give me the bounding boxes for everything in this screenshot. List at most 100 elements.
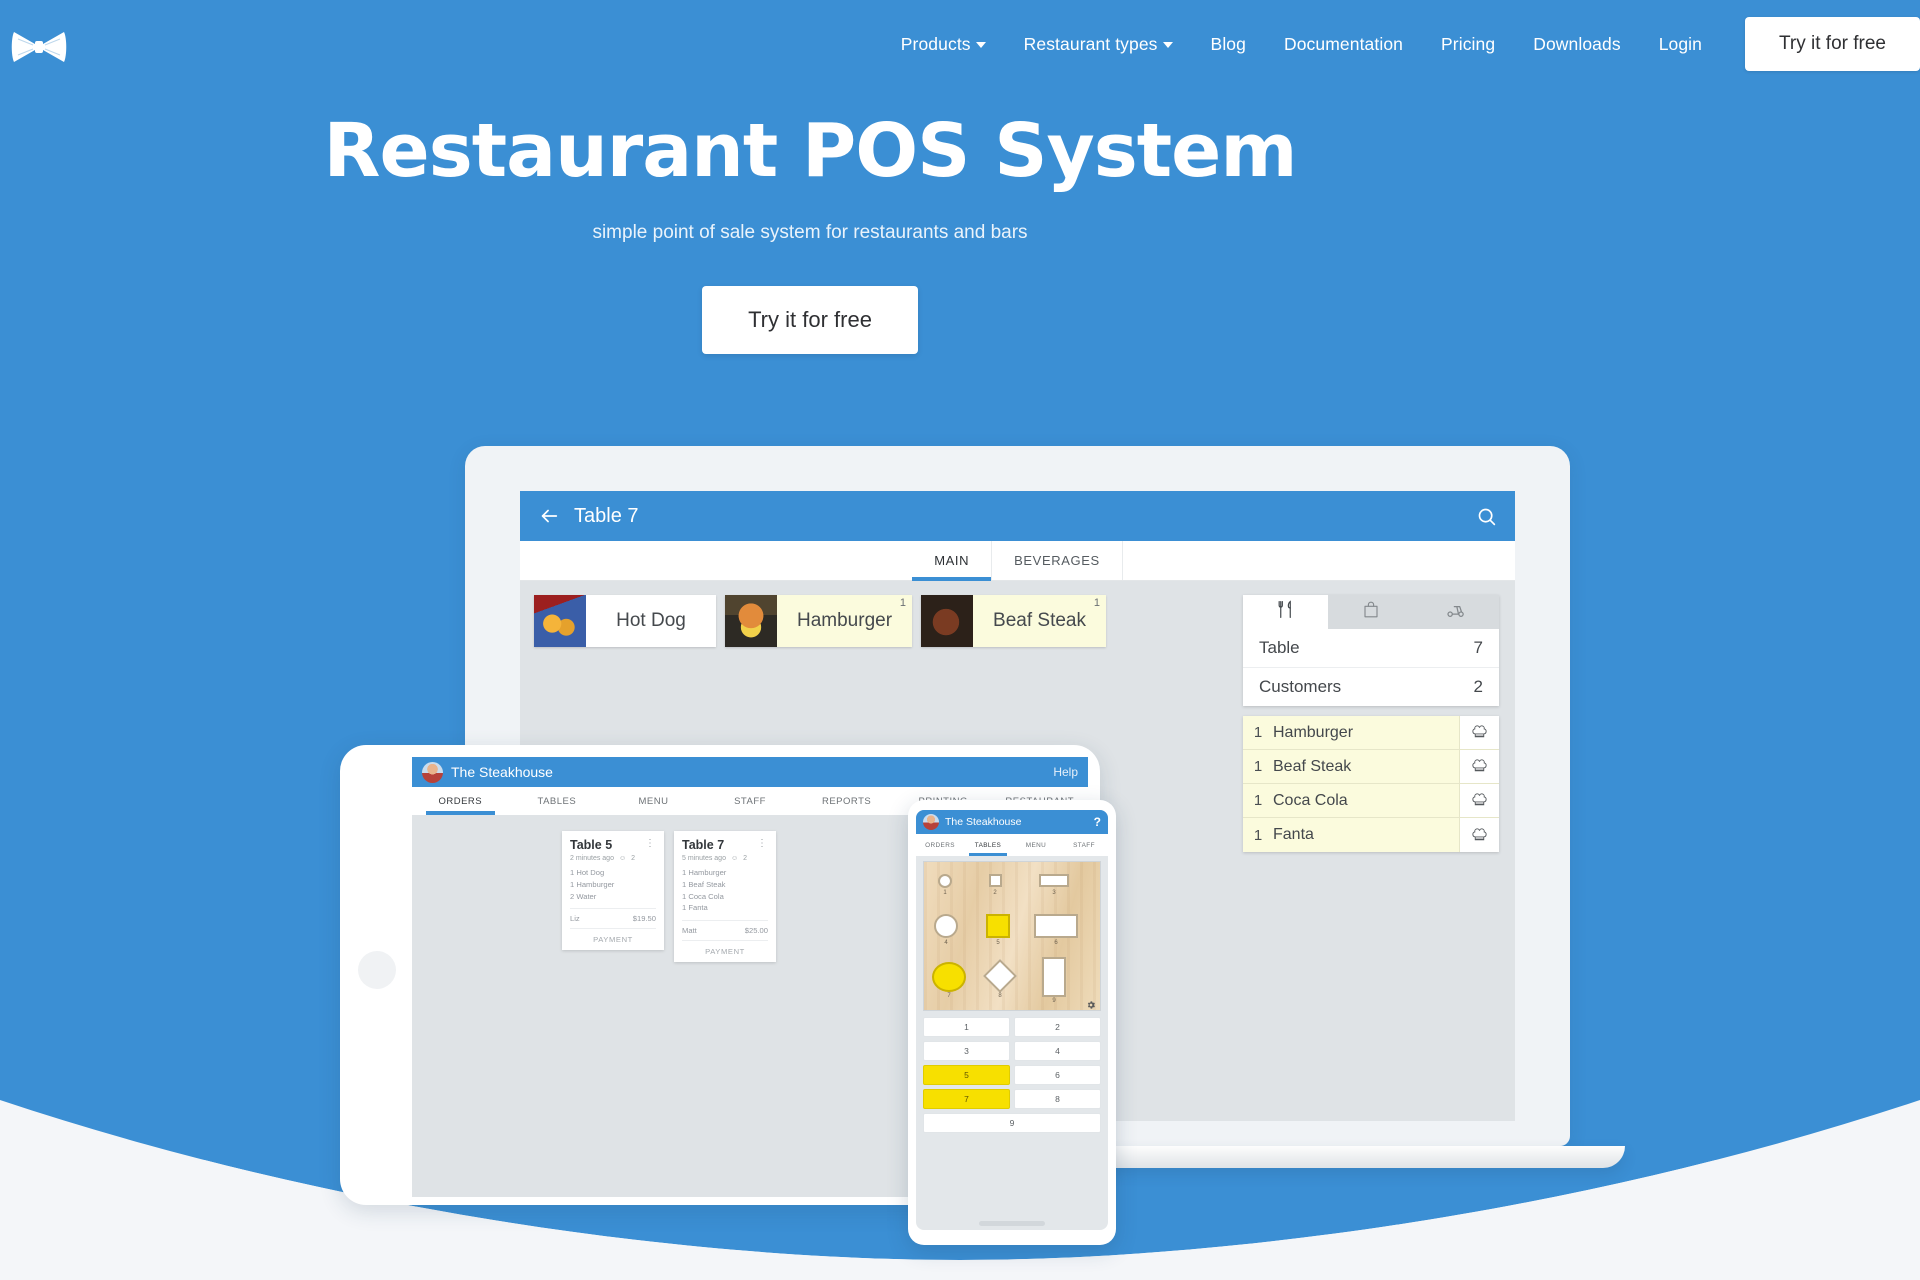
gear-icon[interactable] [1086, 997, 1096, 1009]
order-tab-takeaway[interactable] [1328, 595, 1413, 629]
tab-label: REPORTS [821, 795, 872, 807]
avatar [422, 761, 443, 783]
more-options-icon[interactable]: ⋮ [645, 838, 656, 849]
order-item-row[interactable]: 1 Coca Cola [1243, 784, 1499, 818]
floor-table-6[interactable] [1034, 914, 1078, 938]
floor-table-4-label: 4 [944, 940, 948, 946]
tab-staff[interactable]: STAFF [1060, 834, 1108, 856]
chevron-down-icon [1162, 42, 1173, 48]
tablet-home-button[interactable] [358, 951, 396, 989]
chef-hat-icon[interactable] [1459, 784, 1499, 817]
tab-beverages[interactable]: BEVERAGES [992, 541, 1123, 580]
table-key-4[interactable]: 4 [1014, 1041, 1101, 1061]
menu-card-hamburger[interactable]: Hamburger 1 [725, 595, 913, 647]
table-key-6[interactable]: 6 [1014, 1065, 1101, 1085]
menu-card-hot-dog[interactable]: Hot Dog [534, 595, 716, 647]
takeaway-bag-icon [1362, 601, 1380, 624]
pos-header-title: Table 7 [574, 504, 639, 527]
nav-item-restaurant-types[interactable]: Restaurant types [1005, 34, 1192, 55]
order-line: 1 Beaf Steak [682, 879, 726, 889]
nav-item-documentation[interactable]: Documentation [1265, 34, 1422, 55]
table-key-1[interactable]: 1 [923, 1017, 1010, 1037]
table-key-9[interactable]: 9 [923, 1113, 1101, 1133]
floor-table-8[interactable] [983, 959, 1017, 993]
order-card-table-7[interactable]: Table 7 ⋮ 5 minutes ago ☺ 2 1 Hamburger … [674, 831, 776, 963]
pos-category-tabs: MAIN BEVERAGES [520, 541, 1515, 581]
floor-table-1[interactable] [938, 874, 952, 888]
table-key-7[interactable]: 7 [923, 1089, 1010, 1109]
floor-table-5[interactable] [986, 914, 1010, 938]
phone-app-header: The Steakhouse ? [916, 810, 1108, 834]
floor-table-9[interactable] [1042, 957, 1066, 997]
nav-item-downloads[interactable]: Downloads [1514, 34, 1639, 55]
nav-cta-label: Try it for free [1779, 33, 1886, 54]
floor-table-7[interactable] [932, 962, 966, 992]
nav-item-label: Products [900, 33, 971, 54]
cutlery-icon [1276, 600, 1295, 624]
order-item-qty: 1 [1253, 792, 1263, 809]
search-icon[interactable] [1476, 506, 1497, 527]
order-tab-delivery[interactable] [1414, 595, 1499, 629]
help-link[interactable]: Help [1053, 765, 1078, 779]
nav-item-products[interactable]: Products [882, 34, 1005, 55]
table-key-5[interactable]: 5 [923, 1065, 1010, 1085]
arrow-left-icon[interactable] [538, 505, 560, 527]
order-item-row[interactable]: 1 Beaf Steak [1243, 750, 1499, 784]
tab-orders[interactable]: ORDERS [412, 787, 509, 815]
order-card-header: Table 7 ⋮ [682, 838, 768, 852]
table-key-label: 8 [1055, 1094, 1060, 1104]
order-item-row[interactable]: 1 Fanta [1243, 818, 1499, 852]
order-tab-dine-in[interactable] [1243, 595, 1329, 629]
bowtie-logo-icon[interactable] [10, 26, 68, 66]
nav-item-pricing[interactable]: Pricing [1422, 34, 1514, 55]
tab-staff[interactable]: STAFF [702, 787, 799, 815]
table-key-label: 7 [964, 1094, 969, 1104]
order-line: 2 Water [570, 891, 597, 901]
payment-button[interactable]: PAYMENT [682, 940, 768, 962]
nav-item-login[interactable]: Login [1640, 34, 1721, 55]
order-info-table: Table 7 [1243, 629, 1499, 668]
menu-card-label: Hot Dog [586, 595, 716, 647]
question-mark-icon[interactable]: ? [1094, 815, 1101, 829]
table-key-3[interactable]: 3 [923, 1041, 1010, 1061]
order-card-time: 5 minutes ago [682, 855, 726, 862]
order-info-label: Customers [1259, 677, 1342, 696]
order-item-row[interactable]: 1 Hamburger [1243, 716, 1499, 750]
order-card-table-5[interactable]: Table 5 ⋮ 2 minutes ago ☺ 2 1 Hot Dog 1 … [562, 831, 664, 951]
tab-label: TABLES [537, 795, 577, 807]
tab-main[interactable]: MAIN [912, 541, 993, 581]
order-card-total: Matt $25.00 [682, 920, 768, 935]
order-item-qty: 1 [1253, 826, 1263, 844]
tab-tables[interactable]: TABLES [964, 834, 1012, 856]
tab-menu[interactable]: MENU [1012, 834, 1060, 856]
chef-hat-icon[interactable] [1459, 818, 1499, 852]
chef-hat-icon[interactable] [1459, 716, 1499, 749]
floor-table-2[interactable] [989, 874, 1002, 887]
table-key-8[interactable]: 8 [1014, 1089, 1101, 1109]
top-navigation: Products Restaurant types Blog Documenta… [0, 0, 1920, 88]
more-options-icon[interactable]: ⋮ [757, 838, 768, 849]
table-key-label: 6 [1055, 1070, 1060, 1080]
tab-menu[interactable]: MENU [605, 787, 702, 815]
tab-label: TABLES [974, 841, 1002, 849]
order-item-name: Hamburger [1273, 723, 1354, 741]
order-card-lines: 1 Hot Dog 1 Hamburger 2 Water [570, 867, 656, 902]
floor-table-4[interactable] [934, 914, 958, 938]
floor-table-3[interactable] [1039, 874, 1069, 887]
tab-tables[interactable]: TABLES [509, 787, 606, 815]
phone-brand: The Steakhouse [923, 814, 1021, 830]
tab-reports[interactable]: REPORTS [798, 787, 895, 815]
order-line: 1 Coca Cola [682, 891, 724, 901]
delivery-scooter-icon [1446, 600, 1466, 625]
table-key-2[interactable]: 2 [1014, 1017, 1101, 1037]
phone-tabs: ORDERS TABLES MENU STAFF [916, 834, 1108, 856]
nav-try-free-button[interactable]: Try it for free [1745, 17, 1920, 71]
nav-item-blog[interactable]: Blog [1192, 34, 1265, 55]
floor-plan[interactable]: 1 2 3 4 5 6 7 8 9 [923, 861, 1101, 1011]
pos-order-panel: Table 7 Customers 2 1 Hamburger 1 Beaf S… [1243, 581, 1515, 1121]
hero-try-free-button[interactable]: Try it for free [702, 286, 918, 354]
chef-hat-icon[interactable] [1459, 750, 1499, 783]
menu-card-beaf-steak[interactable]: Beaf Steak 1 [921, 595, 1106, 647]
payment-button[interactable]: PAYMENT [570, 928, 656, 950]
tab-orders[interactable]: ORDERS [916, 834, 964, 856]
